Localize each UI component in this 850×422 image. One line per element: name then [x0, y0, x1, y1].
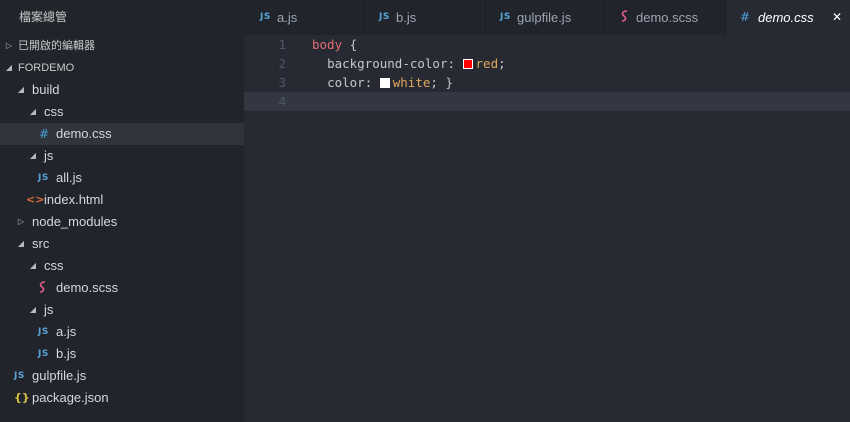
tree-file-gulpfile-js[interactable]: JS gulpfile.js [0, 365, 244, 387]
tree-item-label: src [32, 236, 50, 251]
tree-file-demo-css[interactable]: # demo.css [0, 123, 244, 145]
punctuation: { [342, 37, 358, 52]
chevron-down-icon: ◢ [29, 261, 37, 270]
chevron-down-icon: ◢ [29, 107, 37, 116]
js-file-icon: JS [38, 349, 49, 359]
tab-gulpfile-js[interactable]: JS gulpfile.js [486, 0, 605, 35]
tree-file-package-json[interactable]: {} package.json [0, 387, 244, 409]
tree-file-demo-scss[interactable]: demo.scss [0, 277, 244, 299]
tree-item-label: demo.css [56, 126, 112, 141]
tree-item-label: a.js [56, 324, 77, 339]
js-file-icon: JS [260, 12, 271, 22]
code-text: body { [312, 35, 357, 54]
tree-file-a-js[interactable]: JS a.js [0, 321, 244, 343]
tree-item-label: node_modules [32, 214, 118, 229]
tree-file-b-js[interactable]: JS b.js [0, 343, 244, 365]
code-line: 1 body { [244, 35, 850, 54]
line-number: 4 [278, 94, 286, 109]
tree-folder-css[interactable]: ◢ css [0, 255, 244, 277]
punctuation: ; } [430, 75, 453, 90]
open-editors-section[interactable]: ▷ 已開啟的編輯器 [0, 35, 244, 57]
tree-folder-js[interactable]: ◢ js [0, 145, 244, 167]
tree-item-label: gulpfile.js [32, 368, 87, 383]
tab-label: demo.scss [636, 10, 699, 25]
chevron-down-icon: ◢ [29, 151, 37, 160]
scss-file-icon [620, 0, 630, 35]
code-line: 2 background-color: red; [244, 54, 850, 73]
tree-item-label: css [44, 258, 64, 273]
chevron-down-icon: ◢ [29, 305, 37, 314]
code-line: 3 color: white; } [244, 73, 850, 92]
line-number: 2 [278, 56, 286, 71]
line-number: 3 [278, 75, 286, 90]
css-file-icon: # [39, 127, 50, 141]
line-number: 1 [278, 37, 286, 52]
chevron-down-icon: ◢ [17, 85, 25, 94]
project-section[interactable]: ◢ FORDEMO [0, 57, 244, 79]
current-line: 4 [244, 92, 850, 111]
tree-folder-js[interactable]: ◢ js [0, 299, 244, 321]
tree-folder-node-modules[interactable]: ▷ node_modules [0, 211, 244, 233]
html-file-icon: <> [26, 193, 45, 206]
punctuation: ; [498, 56, 506, 71]
tree-item-label: index.html [44, 192, 104, 207]
css-file-icon: # [740, 10, 751, 24]
tree-file-all-js[interactable]: JS all.js [0, 167, 244, 189]
tree-item-label: all.js [56, 170, 83, 185]
color-swatch-white[interactable] [379, 78, 390, 88]
editor-tab-bar: JS a.js JS b.js JS gulpfile.js demo.scss… [244, 0, 850, 35]
js-file-icon: JS [14, 371, 25, 381]
chevron-right-icon: ▷ [17, 217, 25, 226]
css-value: white [392, 75, 431, 90]
tree-item-label: build [32, 82, 60, 97]
code-text: color: white; } [312, 73, 453, 92]
tab-label: gulpfile.js [517, 10, 572, 25]
js-file-icon: JS [500, 12, 511, 22]
project-label: FORDEMO [18, 62, 75, 74]
tab-b-js[interactable]: JS b.js [365, 0, 486, 35]
tree-item-label: package.json [32, 390, 109, 405]
tree-file-index-html[interactable]: <> index.html [0, 189, 244, 211]
tab-label: demo.css [758, 10, 814, 25]
css-value: red [475, 56, 499, 71]
tab-demo-css[interactable]: # demo.css ✕ [726, 0, 850, 35]
tree-item-label: b.js [56, 346, 77, 361]
chevron-down-icon: ◢ [17, 239, 25, 248]
tab-label: a.js [277, 10, 298, 25]
scss-file-icon [38, 277, 48, 299]
css-selector: body [312, 37, 343, 52]
explorer-title: 檔案總管 [0, 0, 244, 35]
color-swatch-red[interactable] [462, 59, 473, 69]
js-file-icon: JS [38, 173, 49, 183]
tree-item-label: js [44, 302, 54, 317]
js-file-icon: JS [38, 327, 49, 337]
tab-label: b.js [396, 10, 417, 25]
chevron-right-icon: ▷ [5, 41, 13, 50]
tree-item-label: css [44, 104, 64, 119]
tree-item-label: demo.scss [56, 280, 119, 295]
open-editors-label: 已開啟的編輯器 [18, 40, 95, 52]
explorer-sidebar: 檔案總管 ▷ 已開啟的編輯器 ◢ FORDEMO ◢ build ◢ css #… [0, 0, 244, 422]
tab-a-js[interactable]: JS a.js [244, 0, 365, 35]
code-text: background-color: red; [312, 54, 506, 73]
close-icon[interactable]: ✕ [832, 0, 842, 35]
tree-item-label: js [44, 148, 54, 163]
tab-demo-scss[interactable]: demo.scss [605, 0, 726, 35]
tree-folder-css[interactable]: ◢ css [0, 101, 244, 123]
css-property: background-color: [327, 56, 455, 71]
tree-folder-src[interactable]: ◢ src [0, 233, 244, 255]
css-property: color: [327, 75, 373, 90]
json-file-icon: {} [14, 391, 30, 404]
code-editor-window: 檔案總管 ▷ 已開啟的編輯器 ◢ FORDEMO ◢ build ◢ css #… [0, 0, 850, 422]
code-editor[interactable]: 1 body { 2 background-color: red; 3 colo… [244, 35, 850, 422]
js-file-icon: JS [379, 12, 390, 22]
chevron-down-icon: ◢ [5, 63, 13, 72]
tree-folder-build[interactable]: ◢ build [0, 79, 244, 101]
